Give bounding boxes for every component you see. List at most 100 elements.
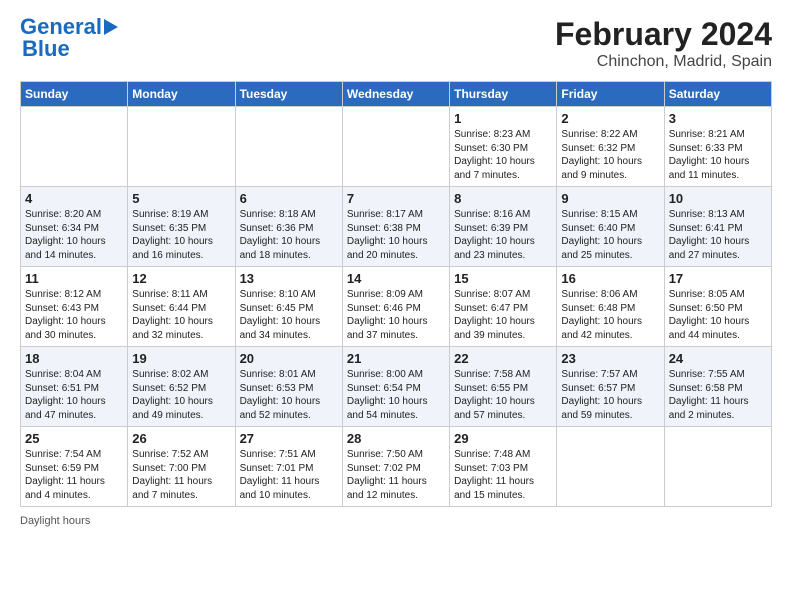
- header-day-saturday: Saturday: [664, 82, 771, 107]
- calendar-cell: 23 Sunrise: 7:57 AM Sunset: 6:57 PM Dayli…: [557, 347, 664, 427]
- day-info: Sunrise: 8:22 AM Sunset: 6:32 PM Dayligh…: [561, 128, 659, 182]
- day-info: Sunrise: 8:16 AM Sunset: 6:39 PM Dayligh…: [454, 208, 552, 262]
- day-info: Sunrise: 8:09 AM Sunset: 6:46 PM Dayligh…: [347, 288, 445, 342]
- day-number: 10: [669, 191, 767, 206]
- logo-arrow-icon: [104, 19, 118, 35]
- week-row-0: 1 Sunrise: 8:23 AM Sunset: 6:30 PM Daylig…: [21, 107, 772, 187]
- calendar-cell: 4Sunrise: 8:20 AM Sunset: 6:34 PM Daylig…: [21, 187, 128, 267]
- calendar-cell: 8 Sunrise: 8:16 AM Sunset: 6:39 PM Daylig…: [450, 187, 557, 267]
- day-number: 12: [132, 271, 230, 286]
- footer-text: Daylight hours: [20, 515, 90, 527]
- day-number: 27: [240, 431, 338, 446]
- day-info: Sunrise: 7:52 AM Sunset: 7:00 PM Dayligh…: [132, 448, 230, 502]
- calendar-cell: 6 Sunrise: 8:18 AM Sunset: 6:36 PM Daylig…: [235, 187, 342, 267]
- calendar-cell: 17 Sunrise: 8:05 AM Sunset: 6:50 PM Dayli…: [664, 267, 771, 347]
- logo: General Blue: [20, 16, 118, 60]
- day-info: Sunrise: 8:17 AM Sunset: 6:38 PM Dayligh…: [347, 208, 445, 262]
- day-number: 24: [669, 351, 767, 366]
- calendar-cell: [128, 107, 235, 187]
- day-number: 29: [454, 431, 552, 446]
- calendar-cell: 26 Sunrise: 7:52 AM Sunset: 7:00 PM Dayli…: [128, 427, 235, 507]
- day-info: Sunrise: 8:01 AM Sunset: 6:53 PM Dayligh…: [240, 368, 338, 422]
- day-number: 15: [454, 271, 552, 286]
- calendar-cell: 7 Sunrise: 8:17 AM Sunset: 6:38 PM Daylig…: [342, 187, 449, 267]
- day-number: 16: [561, 271, 659, 286]
- page: General Blue February 2024 Chinchon, Mad…: [0, 0, 792, 612]
- calendar-cell: [342, 107, 449, 187]
- calendar-cell: 11 Sunrise: 8:12 AM Sunset: 6:43 PM Dayli…: [21, 267, 128, 347]
- header-row: SundayMondayTuesdayWednesdayThursdayFrid…: [21, 82, 772, 107]
- calendar-cell: [664, 427, 771, 507]
- day-info: Sunrise: 7:58 AM Sunset: 6:55 PM Dayligh…: [454, 368, 552, 422]
- day-number: 6: [240, 191, 338, 206]
- day-number: 20: [240, 351, 338, 366]
- footer: Daylight hours: [20, 515, 772, 527]
- day-info: Sunrise: 7:57 AM Sunset: 6:57 PM Dayligh…: [561, 368, 659, 422]
- calendar-cell: 22 Sunrise: 7:58 AM Sunset: 6:55 PM Dayli…: [450, 347, 557, 427]
- calendar-cell: 5Sunrise: 8:19 AM Sunset: 6:35 PM Daylig…: [128, 187, 235, 267]
- day-info: Sunrise: 7:51 AM Sunset: 7:01 PM Dayligh…: [240, 448, 338, 502]
- day-info: Sunrise: 8:13 AM Sunset: 6:41 PM Dayligh…: [669, 208, 767, 262]
- day-info: Sunrise: 8:07 AM Sunset: 6:47 PM Dayligh…: [454, 288, 552, 342]
- calendar-cell: 29 Sunrise: 7:48 AM Sunset: 7:03 PM Dayli…: [450, 427, 557, 507]
- day-number: 25: [25, 431, 123, 446]
- header-day-friday: Friday: [557, 82, 664, 107]
- calendar-cell: 1 Sunrise: 8:23 AM Sunset: 6:30 PM Daylig…: [450, 107, 557, 187]
- calendar-cell: 2 Sunrise: 8:22 AM Sunset: 6:32 PM Daylig…: [557, 107, 664, 187]
- day-number: 1: [454, 111, 552, 126]
- day-number: 23: [561, 351, 659, 366]
- header-day-monday: Monday: [128, 82, 235, 107]
- calendar-cell: 16Sunrise: 8:06 AM Sunset: 6:48 PM Dayli…: [557, 267, 664, 347]
- calendar-subtitle: Chinchon, Madrid, Spain: [555, 53, 772, 71]
- day-number: 21: [347, 351, 445, 366]
- calendar-cell: 19Sunrise: 8:02 AM Sunset: 6:52 PM Dayli…: [128, 347, 235, 427]
- day-info: Sunrise: 8:05 AM Sunset: 6:50 PM Dayligh…: [669, 288, 767, 342]
- calendar-cell: 12 Sunrise: 8:11 AM Sunset: 6:44 PM Dayli…: [128, 267, 235, 347]
- calendar-cell: 21 Sunrise: 8:00 AM Sunset: 6:54 PM Dayli…: [342, 347, 449, 427]
- day-info: Sunrise: 8:23 AM Sunset: 6:30 PM Dayligh…: [454, 128, 552, 182]
- day-number: 4: [25, 191, 123, 206]
- day-number: 26: [132, 431, 230, 446]
- day-number: 18: [25, 351, 123, 366]
- calendar-cell: 20 Sunrise: 8:01 AM Sunset: 6:53 PM Dayli…: [235, 347, 342, 427]
- day-number: 7: [347, 191, 445, 206]
- day-info: Sunrise: 7:48 AM Sunset: 7:03 PM Dayligh…: [454, 448, 552, 502]
- day-number: 14: [347, 271, 445, 286]
- day-number: 22: [454, 351, 552, 366]
- calendar-cell: 14 Sunrise: 8:09 AM Sunset: 6:46 PM Dayli…: [342, 267, 449, 347]
- day-info: Sunrise: 8:04 AM Sunset: 6:51 PM Dayligh…: [25, 368, 123, 422]
- day-number: 17: [669, 271, 767, 286]
- logo-text: General: [20, 16, 102, 38]
- day-number: 28: [347, 431, 445, 446]
- header-day-wednesday: Wednesday: [342, 82, 449, 107]
- day-number: 8: [454, 191, 552, 206]
- day-number: 13: [240, 271, 338, 286]
- day-info: Sunrise: 8:12 AM Sunset: 6:43 PM Dayligh…: [25, 288, 123, 342]
- title-block: February 2024 Chinchon, Madrid, Spain: [555, 16, 772, 71]
- calendar-cell: 10 Sunrise: 8:13 AM Sunset: 6:41 PM Dayli…: [664, 187, 771, 267]
- week-row-2: 11 Sunrise: 8:12 AM Sunset: 6:43 PM Dayli…: [21, 267, 772, 347]
- day-info: Sunrise: 8:15 AM Sunset: 6:40 PM Dayligh…: [561, 208, 659, 262]
- day-number: 11: [25, 271, 123, 286]
- week-row-4: 25Sunrise: 7:54 AM Sunset: 6:59 PM Dayli…: [21, 427, 772, 507]
- calendar-cell: 25Sunrise: 7:54 AM Sunset: 6:59 PM Dayli…: [21, 427, 128, 507]
- day-info: Sunrise: 8:00 AM Sunset: 6:54 PM Dayligh…: [347, 368, 445, 422]
- calendar-cell: 18 Sunrise: 8:04 AM Sunset: 6:51 PM Dayli…: [21, 347, 128, 427]
- header: General Blue February 2024 Chinchon, Mad…: [20, 16, 772, 71]
- calendar-table: SundayMondayTuesdayWednesdayThursdayFrid…: [20, 81, 772, 507]
- day-number: 2: [561, 111, 659, 126]
- day-info: Sunrise: 8:18 AM Sunset: 6:36 PM Dayligh…: [240, 208, 338, 262]
- calendar-cell: 27 Sunrise: 7:51 AM Sunset: 7:01 PM Dayli…: [235, 427, 342, 507]
- calendar-cell: 15 Sunrise: 8:07 AM Sunset: 6:47 PM Dayli…: [450, 267, 557, 347]
- week-row-3: 18 Sunrise: 8:04 AM Sunset: 6:51 PM Dayli…: [21, 347, 772, 427]
- header-day-sunday: Sunday: [21, 82, 128, 107]
- calendar-cell: 3Sunrise: 8:21 AM Sunset: 6:33 PM Daylig…: [664, 107, 771, 187]
- calendar-cell: 28Sunrise: 7:50 AM Sunset: 7:02 PM Dayli…: [342, 427, 449, 507]
- day-number: 3: [669, 111, 767, 126]
- day-info: Sunrise: 8:11 AM Sunset: 6:44 PM Dayligh…: [132, 288, 230, 342]
- calendar-cell: [21, 107, 128, 187]
- header-day-thursday: Thursday: [450, 82, 557, 107]
- calendar-cell: 24Sunrise: 7:55 AM Sunset: 6:58 PM Dayli…: [664, 347, 771, 427]
- calendar-cell: [235, 107, 342, 187]
- week-row-1: 4Sunrise: 8:20 AM Sunset: 6:34 PM Daylig…: [21, 187, 772, 267]
